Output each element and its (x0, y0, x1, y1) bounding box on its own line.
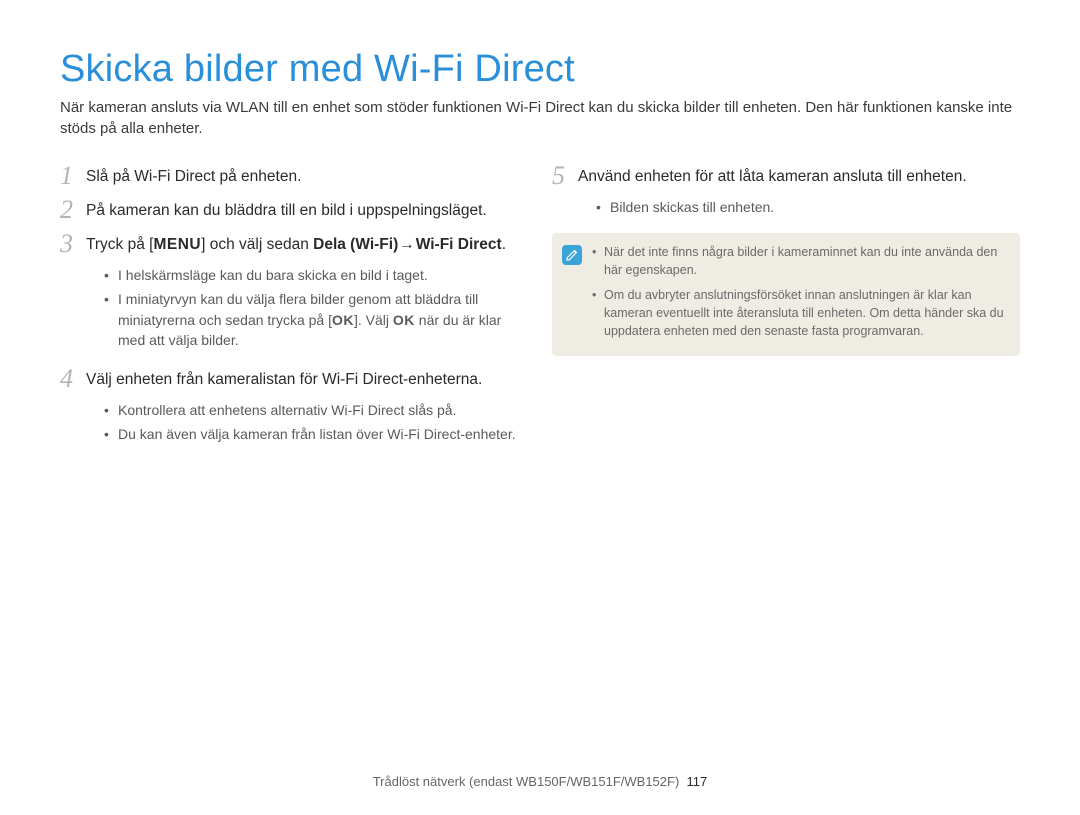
step3-bold1: Dela (Wi-Fi) (313, 236, 398, 253)
page-number: 117 (687, 774, 708, 789)
step-number: 5 (552, 163, 578, 189)
note-box: När det inte finns några bilder i kamera… (552, 233, 1020, 356)
step-number: 2 (60, 197, 86, 223)
step-5-sublist: Bilden skickas till enheten. (596, 197, 1020, 217)
list-item: Om du avbryter anslutningsförsöket innan… (592, 286, 1006, 340)
step-3: 3 Tryck på [MENU] och välj sedan Dela (W… (60, 231, 528, 257)
content-columns: 1 Slå på Wi-Fi Direct på enheten. 2 På k… (60, 163, 1020, 461)
step-text: På kameran kan du bläddra till en bild i… (86, 197, 487, 222)
list-item: I helskärmsläge kan du bara skicka en bi… (104, 265, 528, 285)
step3-pre: Tryck på [ (86, 236, 153, 253)
page-title: Skicka bilder med Wi-Fi Direct (60, 48, 1020, 91)
step-text: Välj enheten från kameralistan för Wi-Fi… (86, 366, 482, 391)
list-item: Du kan även välja kameran från listan öv… (104, 424, 528, 444)
list-item: Bilden skickas till enheten. (596, 197, 1020, 217)
page-footer: Trådlöst nätverk (endast WB150F/WB151F/W… (0, 774, 1080, 789)
menu-label: MENU (153, 236, 201, 253)
step-2: 2 På kameran kan du bläddra till en bild… (60, 197, 528, 223)
note-body: När det inte finns några bilder i kamera… (592, 243, 1006, 346)
list-item: I miniatyrvyn kan du välja flera bilder … (104, 289, 528, 350)
sub-b-mid: ]. Välj (354, 312, 393, 328)
ok-label: OK (393, 312, 415, 328)
step-number: 1 (60, 163, 86, 189)
step3-mid: ] och välj sedan (201, 236, 313, 253)
step-text: Tryck på [MENU] och välj sedan Dela (Wi-… (86, 231, 506, 256)
footer-text: Trådlöst nätverk (endast WB150F/WB151F/W… (373, 774, 680, 789)
step3-bold2: Wi-Fi Direct (416, 236, 502, 253)
step-5: 5 Använd enheten för att låta kameran an… (552, 163, 1020, 189)
step-text: Slå på Wi-Fi Direct på enheten. (86, 163, 301, 188)
list-item: Kontrollera att enhetens alternativ Wi-F… (104, 400, 528, 420)
right-column: 5 Använd enheten för att låta kameran an… (552, 163, 1020, 461)
intro-paragraph: När kameran ansluts via WLAN till en enh… (60, 97, 1020, 139)
arrow-icon: → (398, 234, 416, 256)
note-icon (562, 245, 582, 265)
left-column: 1 Slå på Wi-Fi Direct på enheten. 2 På k… (60, 163, 528, 461)
pencil-icon (566, 249, 578, 261)
step-4-sublist: Kontrollera att enhetens alternativ Wi-F… (104, 400, 528, 445)
step-4: 4 Välj enheten från kameralistan för Wi-… (60, 366, 528, 392)
list-item: När det inte finns några bilder i kamera… (592, 243, 1006, 279)
step-text: Använd enheten för att låta kameran ansl… (578, 163, 967, 188)
step-3-sublist: I helskärmsläge kan du bara skicka en bi… (104, 265, 528, 350)
step3-post: . (502, 236, 506, 253)
step-1: 1 Slå på Wi-Fi Direct på enheten. (60, 163, 528, 189)
ok-label: OK (332, 312, 354, 328)
step-number: 4 (60, 366, 86, 392)
step-number: 3 (60, 231, 86, 257)
